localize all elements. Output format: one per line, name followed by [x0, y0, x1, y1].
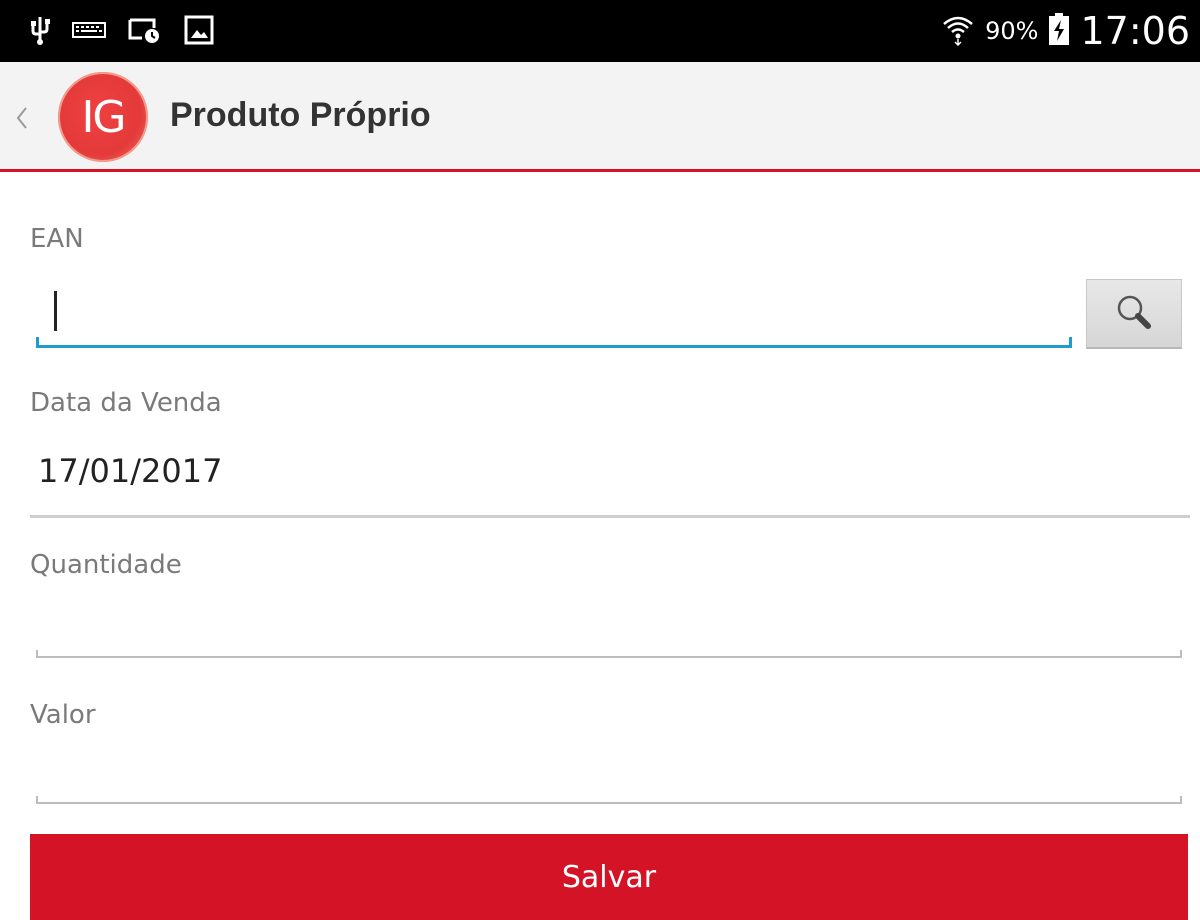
value-underline-tick [1180, 796, 1182, 803]
screen-cast-icon [128, 16, 162, 48]
back-chevron-icon[interactable] [12, 98, 32, 138]
ean-field-wrap [36, 285, 1072, 351]
page-title: Produto Próprio [170, 96, 431, 134]
ean-label: EAN [30, 224, 84, 254]
text-cursor [54, 291, 57, 331]
usb-icon [30, 15, 50, 49]
sale-date-divider [30, 515, 1190, 518]
quantity-input[interactable] [36, 596, 1182, 656]
ean-input[interactable] [36, 285, 1072, 345]
quantity-underline-tick [36, 650, 38, 657]
sale-date-value[interactable]: 17/01/2017 [38, 452, 222, 490]
clock: 17:06 [1080, 9, 1190, 53]
value-underline [36, 802, 1182, 804]
battery-percentage: 90% [985, 17, 1039, 45]
ean-search-button[interactable] [1086, 279, 1182, 349]
quantity-label: Quantidade [30, 550, 182, 580]
quantity-underline-tick [1180, 650, 1182, 657]
app-logo-text: IG [81, 91, 126, 143]
action-bar: IG Produto Próprio [0, 62, 1200, 172]
ean-underline-tick [1069, 337, 1072, 348]
gallery-icon [184, 15, 214, 49]
value-underline-tick [36, 796, 38, 803]
status-right-icons: 90% 17:06 [941, 8, 1190, 54]
quantity-underline [36, 656, 1182, 658]
status-bar: 90% 17:06 [0, 0, 1200, 62]
ean-underline [36, 345, 1072, 348]
value-input[interactable] [36, 742, 1182, 802]
status-left-icons [30, 14, 214, 50]
wifi-icon [941, 12, 975, 50]
sale-date-label: Data da Venda [30, 388, 222, 418]
battery-charging-icon [1048, 12, 1070, 50]
search-icon [1112, 290, 1156, 338]
ean-underline-tick [36, 337, 39, 348]
keyboard-icon [72, 20, 106, 44]
value-label: Valor [30, 700, 96, 730]
save-button[interactable]: Salvar [30, 834, 1188, 920]
app-logo[interactable]: IG [58, 72, 148, 162]
